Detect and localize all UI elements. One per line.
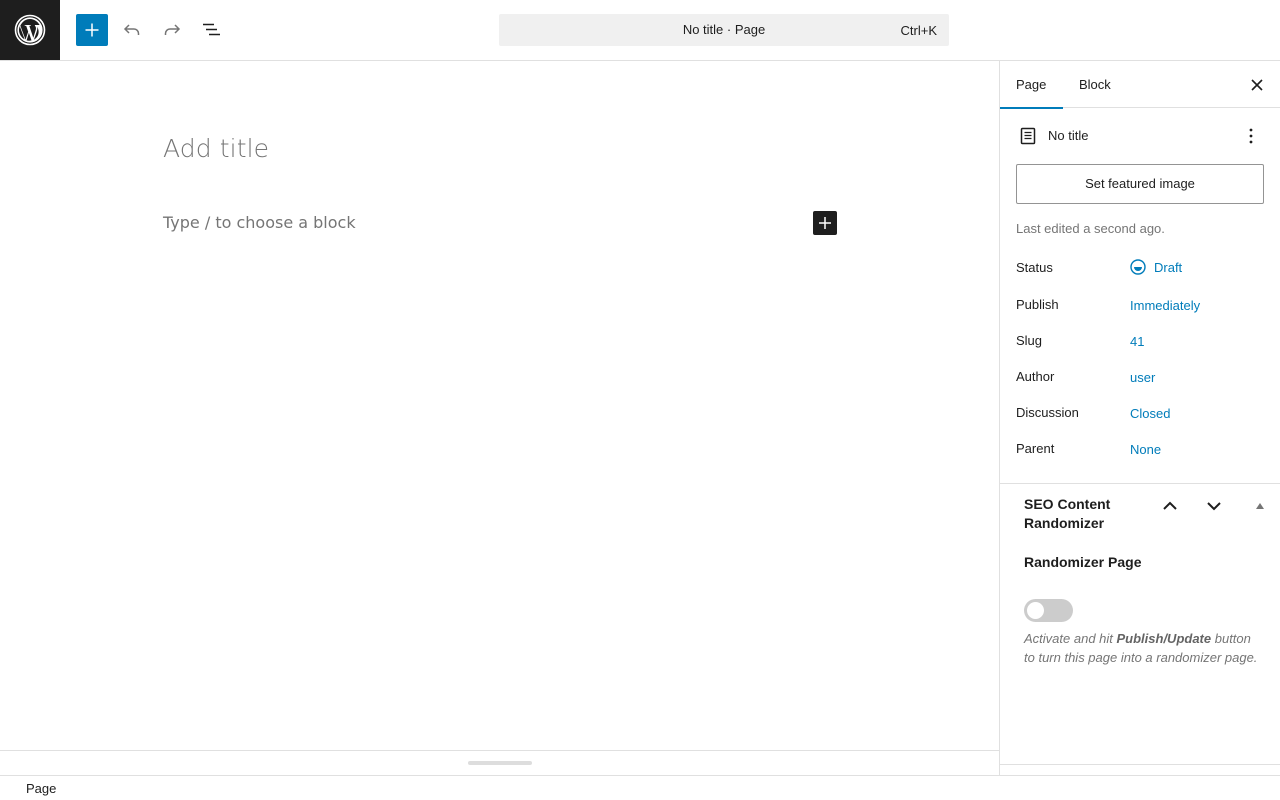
editor-canvas[interactable]: Add title Type / to choose a block [0,61,999,750]
add-block-button[interactable] [76,14,108,46]
chevron-down-icon [1207,502,1221,511]
chevron-up-icon [1163,501,1177,510]
author-row: Author user [1016,367,1264,391]
sidebar-tabs: Page Block [1000,61,1280,109]
settings-sidebar: Page Block No title Set featured image L… [999,61,1280,775]
post-title-input[interactable]: Add title [163,134,269,163]
post-card: No title [1000,108,1280,164]
metabox-title: SEO Content Randomizer [1024,496,1111,531]
command-title: No title · Page [682,22,766,37]
draft-status-icon [1130,259,1146,275]
move-up-button[interactable] [1158,494,1182,518]
discussion-label: Discussion [1016,405,1079,420]
parent-row: Parent None [1016,439,1264,463]
author-toggle[interactable]: user [1130,370,1155,385]
redo-button[interactable] [156,14,188,46]
close-sidebar-button[interactable] [1245,73,1269,97]
editor-footer: Page [0,775,1280,800]
publish-toggle[interactable]: Immediately [1130,298,1200,313]
wordpress-logo-icon[interactable] [0,0,60,60]
plus-icon [85,23,99,37]
resize-handle[interactable] [468,761,532,765]
discussion-row: Discussion Closed [1016,403,1264,427]
document-overview-button[interactable] [196,14,228,46]
command-shortcut: Ctrl+K [900,23,937,38]
meta-boxes-resize-area [0,750,999,775]
tab-block[interactable]: Block [1063,61,1127,108]
status-label: Status [1016,260,1053,275]
default-block-placeholder[interactable]: Type / to choose a block [163,213,356,232]
post-card-title: No title [1048,128,1089,143]
close-icon [1251,79,1263,91]
randomizer-description: Activate and hit Publish/Update button t… [1024,629,1260,667]
triangle-up-icon [1256,503,1264,509]
slug-row: Slug 41 [1016,331,1264,355]
slug-label: Slug [1016,333,1043,348]
tab-page[interactable]: Page [1000,61,1063,109]
toggle-panel-button[interactable] [1250,498,1270,514]
status-row: Status Draft [1016,258,1264,282]
breadcrumb[interactable]: Page [26,781,56,796]
last-edited-text: Last edited a second ago. [1016,221,1165,236]
page-icon [1020,127,1036,145]
publish-row: Publish Immediately [1016,295,1264,319]
plus-icon [819,217,831,229]
command-palette-bar[interactable]: No title · Page Ctrl+K [499,14,949,46]
set-featured-image-button[interactable]: Set featured image [1016,164,1264,204]
seo-randomizer-metabox: SEO Content Randomizer Randomizer Page A… [1000,483,1280,765]
status-value: Draft [1154,259,1183,275]
randomizer-heading: Randomizer Page [1024,554,1142,570]
editor-header: No title · Page Ctrl+K [0,0,1280,61]
list-view-icon [203,23,220,36]
parent-label: Parent [1016,441,1055,456]
post-actions-button[interactable] [1239,124,1263,148]
more-vertical-icon [1249,128,1253,144]
slug-toggle[interactable]: 41 [1130,334,1144,349]
status-toggle[interactable]: Draft [1130,259,1182,275]
discussion-toggle[interactable]: Closed [1130,406,1170,421]
toggle-knob [1027,602,1044,619]
publish-label: Publish [1016,297,1059,312]
redo-icon [164,24,181,35]
move-down-button[interactable] [1202,494,1226,518]
undo-button[interactable] [116,14,148,46]
desc-prefix: Activate and hit [1024,631,1117,646]
author-label: Author [1016,369,1055,384]
undo-icon [123,24,140,35]
randomizer-toggle[interactable] [1024,599,1073,622]
parent-toggle[interactable]: None [1130,442,1161,457]
inline-add-block-button[interactable] [813,211,837,235]
wordpress-w-icon [14,14,46,46]
desc-bold: Publish/Update [1116,631,1212,646]
